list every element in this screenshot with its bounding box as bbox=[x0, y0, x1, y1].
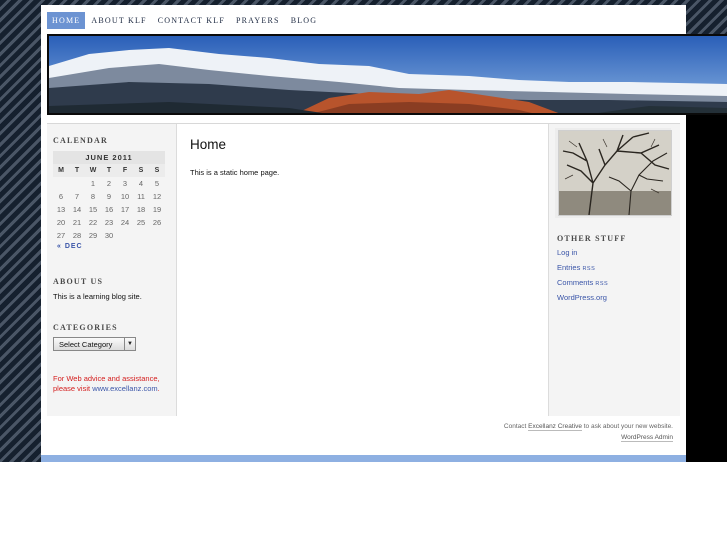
calendar-day: 27 bbox=[56, 231, 66, 240]
footer-contact-pre: Contact bbox=[503, 423, 529, 430]
rss-label: RSS bbox=[595, 281, 609, 287]
calendar-day: 2 bbox=[106, 179, 112, 188]
calendar-title: Calendar bbox=[53, 136, 108, 145]
calendar-day-name: T bbox=[101, 164, 117, 177]
calendar-day: 15 bbox=[88, 205, 98, 214]
calendar-day bbox=[133, 229, 149, 242]
right-sidebar: Other Stuff Log in Entries RSS Comments … bbox=[549, 124, 680, 416]
calendar-day: 6 bbox=[58, 192, 64, 201]
calendar-day bbox=[53, 177, 69, 190]
category-select-value: Select Category bbox=[59, 339, 113, 349]
calendar-week: 20 21 22 23 24 25 26 bbox=[53, 216, 165, 229]
wordpress-admin-link[interactable]: WordPress Admin bbox=[621, 434, 673, 442]
calendar-day: 5 bbox=[154, 179, 160, 188]
footer: Contact Excellanz Creative to ask about … bbox=[504, 421, 673, 443]
calendar-day: 3 bbox=[122, 179, 128, 188]
calendar-day bbox=[69, 177, 85, 190]
other-stuff-list: Log in Entries RSS Comments RSS WordPres… bbox=[557, 248, 608, 308]
calendar-day: 28 bbox=[72, 231, 82, 240]
nav-blog[interactable]: Blog bbox=[286, 12, 323, 29]
calendar-day: 11 bbox=[137, 192, 145, 201]
calendar-week: 13 14 15 16 17 18 19 bbox=[53, 203, 165, 216]
calendar-day-name: T bbox=[69, 164, 85, 177]
wordpress-org-label: WordPress.org bbox=[557, 293, 607, 302]
main-content: Home This is a static home page. bbox=[176, 124, 549, 416]
calendar-day-name: M bbox=[53, 164, 69, 177]
footer-contact-line: Contact Excellanz Creative to ask about … bbox=[504, 421, 673, 432]
calendar-week: 1 2 3 4 5 bbox=[53, 177, 165, 190]
calendar-prev-link[interactable]: « Dec bbox=[57, 243, 83, 250]
calendar-day-name: W bbox=[85, 164, 101, 177]
web-advice-note: For Web advice and assistance, please vi… bbox=[53, 374, 176, 394]
nav-home[interactable]: Home bbox=[47, 11, 86, 29]
calendar-day: 1 bbox=[90, 179, 96, 188]
calendar-day: 29 bbox=[88, 231, 98, 240]
about-title: About Us bbox=[53, 277, 104, 286]
nav-prayers[interactable]: Prayers bbox=[231, 12, 285, 29]
category-select[interactable]: Select Category ▼ bbox=[53, 337, 136, 351]
content-area: Calendar June 2011 M T W T F S S 1 bbox=[47, 123, 680, 416]
login-link-label: Log in bbox=[557, 248, 578, 257]
right-dark-band bbox=[686, 115, 727, 462]
calendar-day: 20 bbox=[56, 218, 66, 227]
calendar-day: 7 bbox=[74, 192, 80, 201]
wordpress-org-link[interactable]: WordPress.org bbox=[557, 293, 608, 308]
excellanz-creative-link[interactable]: Excellanz Creative bbox=[528, 423, 582, 431]
calendar-day: 18 bbox=[136, 205, 146, 214]
calendar-day bbox=[149, 229, 165, 242]
calendar-week: 27 28 29 30 bbox=[53, 229, 165, 242]
entries-rss-link[interactable]: Entries RSS bbox=[557, 263, 608, 278]
calendar-day: 17 bbox=[120, 205, 130, 214]
footer-contact-post: to ask about your new website. bbox=[581, 423, 673, 430]
chevron-down-icon: ▼ bbox=[124, 338, 135, 350]
calendar-day: 8 bbox=[90, 192, 96, 201]
comments-rss-link[interactable]: Comments RSS bbox=[557, 278, 608, 293]
calendar-day-name: S bbox=[133, 164, 149, 177]
calendar-day: 19 bbox=[152, 205, 162, 214]
tree-photo bbox=[558, 130, 672, 216]
calendar-day: 30 bbox=[104, 231, 114, 240]
header-mountain-image bbox=[47, 34, 727, 115]
calendar-day: 14 bbox=[72, 205, 82, 214]
comments-rss-label: Comments bbox=[557, 278, 596, 287]
login-link[interactable]: Log in bbox=[557, 248, 608, 263]
calendar-day: 26 bbox=[152, 218, 162, 227]
advice-end: . bbox=[157, 384, 160, 393]
page-bottom-bar bbox=[41, 455, 686, 462]
footer-admin-line: WordPress Admin bbox=[504, 432, 673, 443]
calendar-table: June 2011 M T W T F S S 1 2 3 bbox=[53, 151, 165, 242]
left-sidebar: Calendar June 2011 M T W T F S S 1 bbox=[47, 124, 176, 416]
tree-photo-frame bbox=[555, 128, 672, 218]
nav-contact-klf[interactable]: Contact KLF bbox=[153, 12, 230, 29]
calendar-day: 10 bbox=[120, 192, 130, 201]
calendar-month: June 2011 bbox=[53, 151, 165, 164]
calendar-day: 4 bbox=[138, 179, 144, 188]
calendar-day: 24 bbox=[120, 218, 130, 227]
calendar-day: 12 bbox=[152, 192, 162, 201]
page-body-text: This is a static home page. bbox=[190, 168, 280, 177]
calendar-day-name: F bbox=[117, 164, 133, 177]
calendar-day: 21 bbox=[72, 218, 82, 227]
nav-about-klf[interactable]: About KLF bbox=[86, 12, 151, 29]
page-title: Home bbox=[190, 137, 227, 152]
calendar-day bbox=[117, 229, 133, 242]
calendar-week: 6 7 8 9 10 11 12 bbox=[53, 190, 165, 203]
categories-title: Categories bbox=[53, 323, 118, 332]
excellanz-link[interactable]: www.excellanz.com bbox=[92, 384, 157, 393]
calendar-day: 9 bbox=[106, 192, 112, 201]
mountain-image bbox=[49, 36, 727, 113]
calendar-day: 23 bbox=[104, 218, 114, 227]
calendar-day: 22 bbox=[88, 218, 98, 227]
rss-label: RSS bbox=[582, 266, 596, 272]
calendar-day: 16 bbox=[104, 205, 114, 214]
entries-rss-label: Entries bbox=[557, 263, 583, 272]
calendar-day: 25 bbox=[136, 218, 146, 227]
about-text: This is a learning blog site. bbox=[53, 292, 142, 301]
calendar-day: 13 bbox=[56, 205, 66, 214]
main-nav: Home About KLF Contact KLF Prayers Blog bbox=[47, 11, 323, 29]
calendar-day-header: M T W T F S S bbox=[53, 164, 165, 177]
bare-tree-image bbox=[559, 131, 671, 215]
other-stuff-title: Other Stuff bbox=[557, 234, 627, 243]
calendar-day-name: S bbox=[149, 164, 165, 177]
